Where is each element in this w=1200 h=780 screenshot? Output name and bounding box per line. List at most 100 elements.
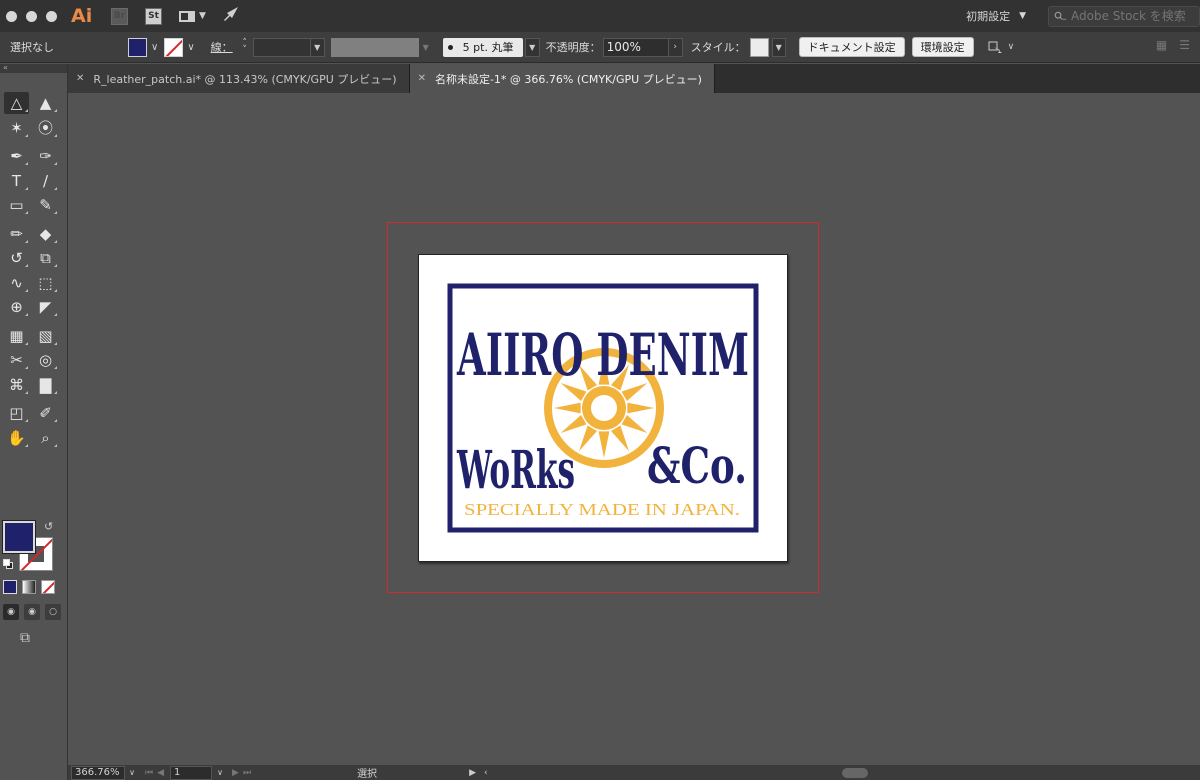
draw-inside-icon[interactable]: ○ bbox=[45, 604, 61, 620]
status-menu-arrow[interactable]: ▶ bbox=[469, 768, 476, 778]
align-options-button[interactable]: ∨ bbox=[988, 40, 1014, 54]
brush-dot-icon bbox=[447, 44, 453, 50]
leather-patch-artwork[interactable]: AIIRO DENIM WoRks &Co. SPECIALLY MADE IN… bbox=[447, 283, 759, 533]
warp-tool-icon[interactable]: ∿ bbox=[4, 272, 29, 294]
stroke-weight-input[interactable] bbox=[252, 37, 311, 57]
chevron-down-icon[interactable]: ∨ bbox=[187, 42, 194, 53]
search-icon bbox=[1054, 11, 1067, 20]
opacity-slider-toggle[interactable]: › bbox=[668, 37, 683, 57]
bridge-icon[interactable]: Br bbox=[111, 7, 128, 25]
opacity-input[interactable] bbox=[602, 37, 669, 57]
type-tool-icon[interactable]: T bbox=[4, 170, 29, 192]
document-settings-button[interactable]: ドキュメント設定 bbox=[798, 37, 905, 57]
arrange-documents-button[interactable]: ▼ bbox=[179, 10, 206, 22]
brush-definition[interactable]: 5 pt. 丸筆 bbox=[442, 37, 523, 57]
line-segment-tool-icon[interactable]: ∕ bbox=[33, 170, 58, 192]
draw-normal-icon[interactable]: ◉ bbox=[3, 604, 19, 620]
chevron-down-icon: ▼ bbox=[199, 11, 206, 21]
canvas-area[interactable]: AIIRO DENIM WoRks &Co. SPECIALLY MADE IN… bbox=[68, 93, 1200, 765]
magic-wand-tool-icon[interactable]: ✶ bbox=[4, 117, 29, 139]
stroke-color-swatch[interactable] bbox=[164, 37, 184, 57]
graphic-style-swatch[interactable] bbox=[749, 37, 769, 57]
gpu-performance-icon[interactable] bbox=[222, 6, 240, 26]
blend-tool-icon[interactable]: ◎ bbox=[33, 349, 58, 371]
tool-row: ∿ ⬚ bbox=[4, 271, 62, 296]
document-tab[interactable]: ✕ R_leather_patch.ai* @ 113.43% (CMYK/GP… bbox=[68, 64, 410, 93]
rotate-tool-icon[interactable]: ↺ bbox=[4, 247, 29, 269]
default-colors-icon[interactable] bbox=[3, 559, 13, 569]
symbol-sprayer-tool-icon[interactable]: ⌘ bbox=[4, 374, 29, 396]
scroll-left-arrow[interactable]: ‹ bbox=[484, 768, 488, 778]
stock-search-input[interactable] bbox=[1071, 9, 1199, 23]
brush-value: 5 pt. 丸筆 bbox=[462, 41, 514, 54]
shape-builder-tool-icon[interactable]: ⊕ bbox=[4, 296, 29, 318]
artboard-number-field[interactable]: 1 bbox=[170, 765, 213, 780]
brush-dropdown[interactable]: ▼ bbox=[524, 37, 540, 57]
pen-tool-icon[interactable]: ✒ bbox=[4, 145, 29, 167]
profile-dropdown[interactable]: ▼ bbox=[419, 38, 433, 57]
collapse-panel-icon[interactable]: « bbox=[0, 64, 67, 73]
tool-row: ↺ ⧉ bbox=[4, 246, 62, 271]
eraser-tool-icon[interactable]: ◆ bbox=[33, 223, 58, 245]
artboard-dropdown[interactable]: ∨ bbox=[212, 768, 228, 777]
first-prev-artboard-buttons[interactable]: ⏮◀ bbox=[145, 768, 168, 778]
workspace-switcher[interactable]: 初期設定 ▼ bbox=[966, 8, 1026, 24]
zoom-level-field[interactable]: 366.76% bbox=[71, 765, 125, 780]
lasso-tool-icon[interactable]: ⦿ bbox=[33, 117, 58, 139]
tool-row: ✶ ⦿ bbox=[4, 116, 62, 141]
stroke-weight-dropdown[interactable]: ▼ bbox=[310, 37, 325, 57]
zoom-window-button[interactable] bbox=[46, 10, 57, 22]
fill-color-swatch[interactable] bbox=[128, 37, 147, 57]
screen-mode-icon[interactable]: ⧉ bbox=[20, 630, 30, 646]
isolate-icon[interactable]: ▦ bbox=[1156, 38, 1167, 52]
tool-row: ▭ ✎ bbox=[4, 193, 62, 218]
chevron-down-icon[interactable]: ∨ bbox=[151, 42, 158, 53]
selection-tool-icon[interactable]: △ bbox=[4, 92, 29, 115]
tool-row: ⊕ ◤ bbox=[4, 295, 62, 320]
close-tab-icon[interactable]: ✕ bbox=[76, 73, 84, 84]
scale-tool-icon[interactable]: ⧉ bbox=[33, 247, 58, 269]
zoom-dropdown[interactable]: ∨ bbox=[125, 768, 139, 777]
close-window-button[interactable] bbox=[6, 10, 17, 22]
stock-icon[interactable]: St bbox=[145, 7, 162, 25]
curvature-tool-icon[interactable]: ✑ bbox=[33, 145, 58, 167]
mesh-tool-icon[interactable]: ▦ bbox=[4, 325, 29, 347]
stroke-weight-stepper[interactable]: ˄ ˅ bbox=[239, 39, 251, 55]
hand-tool-icon[interactable]: ✋ bbox=[4, 427, 29, 449]
shaper-tool-icon[interactable]: ✏ bbox=[4, 223, 29, 245]
direct-selection-tool-icon[interactable]: ▲ bbox=[33, 92, 58, 114]
artboard[interactable]: AIIRO DENIM WoRks &Co. SPECIALLY MADE IN… bbox=[418, 254, 788, 562]
zoom-tool-icon[interactable]: ⌕ bbox=[33, 427, 58, 449]
slice-tool-icon[interactable]: ✐ bbox=[33, 402, 58, 424]
rectangle-tool-icon[interactable]: ▭ bbox=[4, 194, 29, 216]
chevron-down-icon: ▼ bbox=[1019, 11, 1026, 21]
next-last-artboard-buttons[interactable]: ▶⏭ bbox=[232, 768, 255, 778]
gradient-mode-icon[interactable] bbox=[22, 580, 36, 594]
document-tab-active[interactable]: ✕ 名称未設定-1* @ 366.76% (CMYK/GPU プレビュー) bbox=[409, 64, 715, 93]
minimize-window-button[interactable] bbox=[26, 10, 37, 22]
none-mode-icon[interactable] bbox=[41, 580, 55, 594]
preferences-button[interactable]: 環境設定 bbox=[911, 37, 974, 57]
opacity-label[interactable]: 不透明度： bbox=[546, 39, 601, 55]
horizontal-scrollbar[interactable] bbox=[496, 767, 1200, 778]
variable-width-profile[interactable] bbox=[330, 37, 419, 57]
free-transform-tool-icon[interactable]: ⬚ bbox=[33, 272, 58, 294]
color-mode-icon[interactable] bbox=[3, 580, 17, 594]
artboard-tool-icon[interactable]: ◰ bbox=[4, 402, 29, 424]
scrollbar-thumb[interactable] bbox=[841, 767, 868, 778]
perspective-grid-tool-icon[interactable]: ◤ bbox=[33, 296, 58, 318]
stroke-weight-label[interactable]: 線： bbox=[211, 39, 233, 55]
paintbrush-tool-icon[interactable]: ✎ bbox=[33, 194, 58, 216]
close-tab-icon[interactable]: ✕ bbox=[418, 73, 426, 84]
swap-fill-stroke-icon[interactable]: ↺ bbox=[44, 520, 53, 533]
style-label: スタイル： bbox=[690, 41, 746, 54]
column-graph-tool-icon[interactable]: ▇ bbox=[33, 374, 58, 396]
control-bar: 選択なし ∨ ∨ 線： ˄˅ ▼ ▼ 5 pt. 丸筆 ▼ 不透明度： › スタ… bbox=[0, 32, 1200, 63]
gradient-tool-icon[interactable]: ▧ bbox=[33, 325, 58, 347]
eyedropper-tool-icon[interactable]: ✂ bbox=[4, 349, 29, 371]
hamburger-menu-icon[interactable]: ☰ bbox=[1179, 38, 1190, 52]
style-dropdown[interactable]: ▼ bbox=[771, 37, 786, 57]
draw-behind-icon[interactable]: ◉ bbox=[24, 604, 40, 620]
fill-color-box[interactable] bbox=[2, 520, 36, 554]
stock-search-field[interactable] bbox=[1048, 5, 1200, 27]
